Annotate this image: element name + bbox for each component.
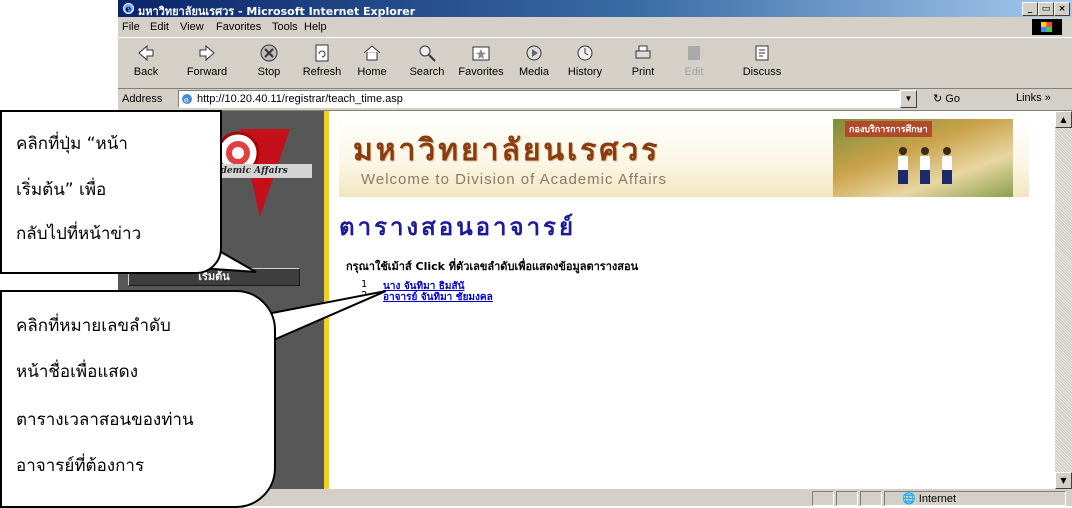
- callout-line: อาจารย์ที่ต้องการ: [16, 456, 145, 476]
- callout-line: กลับไปที่หน้าข่าว: [16, 224, 142, 244]
- callout-home: คลิกที่ปุ่ม “หน้า เริ่มต้น” เพื่อ กลับไป…: [0, 110, 222, 274]
- callout-line: หน้าชื่อเพื่อแสดง: [16, 362, 139, 382]
- callout-line: เริ่มต้น” เพื่อ: [16, 180, 107, 200]
- callout-line: ตารางเวลาสอนของท่าน: [16, 410, 194, 430]
- callout-line: คลิกที่ปุ่ม “หน้า: [16, 134, 128, 154]
- callout-number: คลิกที่หมายเลขลำดับ หน้าชื่อเพื่อแสดง ตา…: [0, 290, 276, 508]
- callout-line: คลิกที่หมายเลขลำดับ: [16, 316, 171, 336]
